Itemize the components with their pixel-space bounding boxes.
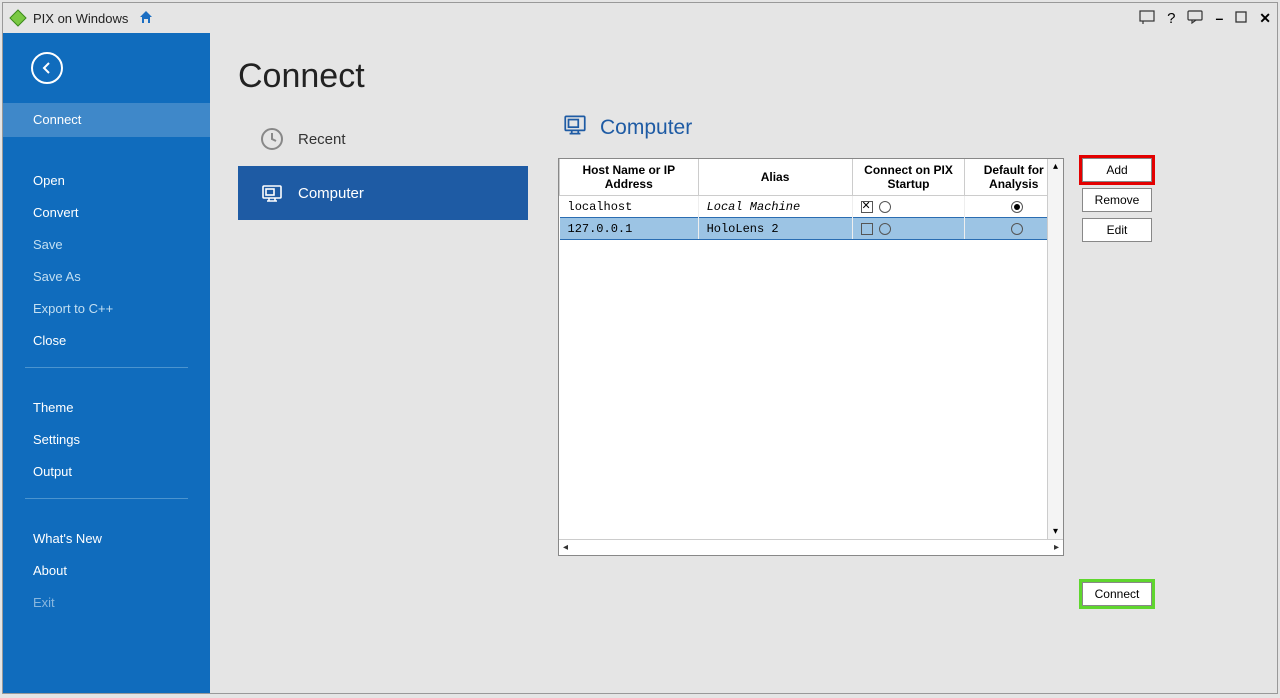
cell-alias: Local Machine	[698, 196, 852, 218]
client-area: Connect Open Convert Save Save As Export…	[3, 33, 1277, 693]
feedback-icon[interactable]	[1139, 10, 1155, 27]
sidebar-item-about[interactable]: About	[3, 555, 210, 587]
hosts-table[interactable]: Host Name or IP Address Alias Connect on…	[558, 158, 1064, 556]
add-button[interactable]: Add	[1082, 158, 1152, 182]
help-icon[interactable]: ?	[1167, 10, 1175, 27]
vertical-scrollbar[interactable]: ▴▾	[1047, 159, 1063, 539]
table-header-row: Host Name or IP Address Alias Connect on…	[560, 159, 1063, 196]
sidebar: Connect Open Convert Save Save As Export…	[3, 33, 210, 693]
chat-icon[interactable]	[1187, 10, 1203, 27]
radio[interactable]	[879, 223, 891, 235]
sidebar-item-output[interactable]: Output	[3, 456, 210, 488]
cell-alias: HoloLens 2	[698, 218, 852, 240]
sidebar-item-settings[interactable]: Settings	[3, 424, 210, 456]
category-list: Recent Computer	[238, 112, 528, 683]
sidebar-item-exit[interactable]: Exit	[3, 587, 210, 619]
edit-button[interactable]: Edit	[1082, 218, 1152, 242]
close-button[interactable]: ✕	[1259, 10, 1271, 27]
content: Connect Recent Computer	[210, 33, 1277, 693]
computer-panel: Computer	[558, 112, 1249, 683]
sidebar-item-save-as[interactable]: Save As	[3, 261, 210, 293]
sidebar-item-theme[interactable]: Theme	[3, 392, 210, 424]
back-button[interactable]	[31, 52, 63, 84]
sidebar-item-close[interactable]: Close	[3, 325, 210, 357]
sidebar-divider	[25, 498, 188, 499]
computer-icon	[260, 181, 284, 205]
col-alias[interactable]: Alias	[698, 159, 852, 196]
table-action-buttons: Add Remove Edit Connect	[1082, 158, 1152, 606]
cell-connect-startup[interactable]	[852, 196, 965, 218]
titlebar: PIX on Windows ? – ✕	[3, 3, 1277, 33]
table-row[interactable]: localhostLocal Machine	[560, 196, 1063, 218]
category-recent[interactable]: Recent	[238, 112, 528, 166]
app-icon	[9, 9, 27, 27]
horizontal-scrollbar[interactable]: ◂▸	[559, 539, 1063, 555]
app-title: PIX on Windows	[33, 11, 128, 26]
sidebar-item-export-cpp[interactable]: Export to C++	[3, 293, 210, 325]
sidebar-item-save[interactable]: Save	[3, 229, 210, 261]
panel-header: Computer	[558, 112, 1249, 144]
col-connect-startup[interactable]: Connect on PIX Startup	[852, 159, 965, 196]
page-title: Connect	[238, 57, 1249, 96]
clock-icon	[260, 127, 284, 151]
radio[interactable]	[879, 201, 891, 213]
app-window: PIX on Windows ? – ✕	[2, 2, 1278, 694]
remove-button[interactable]: Remove	[1082, 188, 1152, 212]
cell-host: 127.0.0.1	[560, 218, 699, 240]
cell-connect-startup[interactable]	[852, 218, 965, 240]
connect-button[interactable]: Connect	[1082, 582, 1152, 606]
radio[interactable]	[1011, 201, 1023, 213]
category-label: Computer	[298, 185, 364, 202]
maximize-button[interactable]	[1235, 10, 1247, 26]
computer-icon	[562, 112, 588, 144]
window-controls: ? – ✕	[1139, 10, 1271, 27]
minimize-button[interactable]: –	[1215, 10, 1223, 26]
sidebar-divider	[25, 367, 188, 368]
sidebar-item-connect[interactable]: Connect	[3, 103, 210, 137]
checkbox[interactable]	[861, 223, 873, 235]
sidebar-item-convert[interactable]: Convert	[3, 197, 210, 229]
table-row[interactable]: 127.0.0.1HoloLens 2	[560, 218, 1063, 240]
sidebar-item-whats-new[interactable]: What's New	[3, 523, 210, 555]
checkbox[interactable]	[861, 201, 873, 213]
cell-host: localhost	[560, 196, 699, 218]
col-host[interactable]: Host Name or IP Address	[560, 159, 699, 196]
category-label: Recent	[298, 131, 346, 148]
radio[interactable]	[1011, 223, 1023, 235]
home-icon[interactable]	[138, 9, 154, 28]
panel-heading-text: Computer	[600, 116, 692, 140]
category-computer[interactable]: Computer	[238, 166, 528, 220]
sidebar-item-open[interactable]: Open	[3, 165, 210, 197]
